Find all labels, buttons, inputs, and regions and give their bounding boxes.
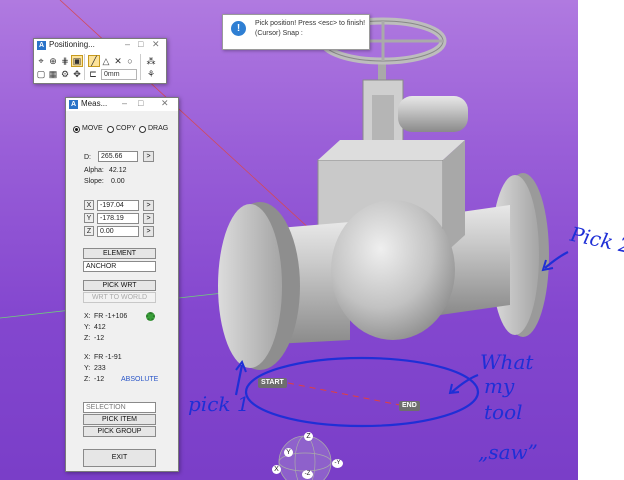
- y-arrow-button[interactable]: >: [143, 213, 154, 224]
- gizmo-neg-y-label[interactable]: -Y: [332, 459, 343, 468]
- annotation-my: my: [484, 374, 515, 398]
- end-marker: END: [399, 401, 420, 411]
- view-box-icon[interactable]: ▢: [36, 69, 46, 79]
- slope-value: 0.00: [111, 178, 125, 185]
- gizmo-neg-z-label[interactable]: -Z: [302, 470, 313, 479]
- p2-z-label: Z:: [84, 376, 91, 383]
- cross-icon[interactable]: ✕: [113, 56, 123, 66]
- circle-icon[interactable]: ○: [125, 56, 135, 66]
- p1-x-value: FR -1+106: [94, 313, 128, 320]
- drag-label: DRAG: [148, 125, 169, 132]
- pick-item-button[interactable]: PICK ITEM: [83, 414, 156, 425]
- p1-z-value: -12: [94, 335, 105, 342]
- annotation-pick1: pick 1: [188, 392, 250, 416]
- tooltip-line2: (Cursor) Snap :: [255, 30, 303, 37]
- measure-titlebar[interactable]: A Meas... – □ ✕: [66, 98, 178, 111]
- gizmo-x-label[interactable]: X: [272, 465, 281, 474]
- measure-line: [287, 382, 411, 408]
- x-coord-input[interactable]: -197.04: [97, 200, 139, 211]
- ruler-icon[interactable]: ⊏: [88, 69, 98, 79]
- move-label: MOVE: [82, 125, 103, 132]
- annotation-saw: „saw”: [478, 440, 538, 464]
- settings-icon[interactable]: ⚘: [146, 69, 156, 79]
- p1-y-label: Y:: [84, 324, 91, 331]
- snap-tooltip: ! Pick position! Press <esc> to finish! …: [222, 14, 370, 50]
- positioning-titlebar[interactable]: A Positioning... – □ ✕: [34, 39, 166, 52]
- annotation-ellipse: [244, 356, 480, 428]
- snap-distance-input[interactable]: 0mm: [101, 69, 137, 80]
- p1-z-label: Z:: [84, 335, 91, 342]
- move-radio[interactable]: [73, 126, 80, 133]
- z-coord-label: Z: [84, 226, 94, 236]
- d-arrow-button[interactable]: >: [143, 151, 154, 162]
- p2-y-label: Y:: [84, 365, 91, 372]
- gear-icon[interactable]: [146, 312, 155, 321]
- maximize-icon[interactable]: □: [138, 39, 143, 49]
- side-cylinder: [398, 96, 468, 132]
- absolute-label[interactable]: ABSOLUTE: [121, 376, 158, 383]
- anchor-field[interactable]: ANCHOR: [83, 261, 156, 272]
- alpha-label: Alpha:: [84, 167, 104, 174]
- p2-y-value: 233: [94, 365, 106, 372]
- p2-x-label: X:: [84, 354, 91, 361]
- wrt-to-world-button[interactable]: WRT TO WORLD: [83, 292, 156, 303]
- maximize-icon[interactable]: □: [138, 98, 143, 108]
- p2-x-value: FR -1-91: [94, 354, 122, 361]
- exit-button[interactable]: EXIT: [83, 449, 156, 467]
- gizmo-y-label[interactable]: Y: [284, 448, 293, 457]
- copy-radio[interactable]: [107, 126, 114, 133]
- d-value[interactable]: 265.66: [98, 151, 138, 162]
- app-icon: A: [69, 100, 78, 109]
- snap-center-icon[interactable]: ⊕: [48, 56, 58, 66]
- z-arrow-button[interactable]: >: [143, 226, 154, 237]
- drag-radio[interactable]: [139, 126, 146, 133]
- slope-label: Slope:: [84, 178, 104, 185]
- measure-title: Meas...: [81, 99, 108, 108]
- positioning-window[interactable]: A Positioning... – □ ✕ ⌖ ⊕ ⋕ ▣ ╱ △ ✕ ○ ⁂…: [33, 38, 167, 84]
- grid-view-icon[interactable]: ▦: [48, 69, 58, 79]
- alpha-value: 42.12: [109, 167, 127, 174]
- left-flange: [218, 204, 282, 368]
- y-coord-input[interactable]: -178.19: [97, 213, 139, 224]
- annotation-what: What: [480, 350, 534, 374]
- start-marker: START: [258, 378, 287, 388]
- minimize-icon[interactable]: –: [122, 98, 127, 108]
- app-icon: A: [37, 41, 46, 50]
- move-icon[interactable]: ✥: [72, 69, 82, 79]
- close-icon[interactable]: ✕: [161, 98, 169, 109]
- p1-y-value: 412: [94, 324, 106, 331]
- x-coord-label: X: [84, 200, 94, 210]
- snap-grid-icon[interactable]: ⋕: [60, 56, 70, 66]
- minimize-icon[interactable]: –: [125, 39, 130, 49]
- valve-ball: [331, 200, 455, 340]
- pick-wrt-button[interactable]: PICK WRT: [83, 280, 156, 291]
- gizmo-z-label[interactable]: Z: [304, 432, 313, 441]
- triangle-icon[interactable]: △: [101, 56, 111, 66]
- selection-field[interactable]: SELECTION: [83, 402, 156, 413]
- measure-window[interactable]: A Meas... – □ ✕ MOVE COPY DRAG D: 265.66…: [65, 97, 179, 472]
- positioning-title: Positioning...: [49, 40, 95, 49]
- element-button[interactable]: ELEMENT: [83, 248, 156, 259]
- line-tool-icon[interactable]: ╱: [88, 55, 100, 67]
- p1-x-label: X:: [84, 313, 91, 320]
- info-icon: !: [231, 21, 246, 36]
- y-coord-label: Y: [84, 213, 94, 223]
- close-icon[interactable]: ✕: [152, 39, 160, 50]
- magnet-icon[interactable]: ⁂: [146, 56, 156, 66]
- d-label: D:: [84, 154, 91, 161]
- snap-point-icon[interactable]: ▣: [71, 55, 83, 67]
- x-arrow-button[interactable]: >: [143, 200, 154, 211]
- annotation-tool: tool: [484, 400, 523, 424]
- pick-group-button[interactable]: PICK GROUP: [83, 426, 156, 437]
- gear-icon[interactable]: ⚙: [60, 69, 70, 79]
- p2-z-value: -12: [94, 376, 105, 383]
- copy-label: COPY: [116, 125, 136, 132]
- snap-endpoint-icon[interactable]: ⌖: [36, 56, 46, 66]
- tooltip-line1: Pick position! Press <esc> to finish!: [255, 20, 366, 27]
- z-coord-input[interactable]: 0.00: [97, 226, 139, 237]
